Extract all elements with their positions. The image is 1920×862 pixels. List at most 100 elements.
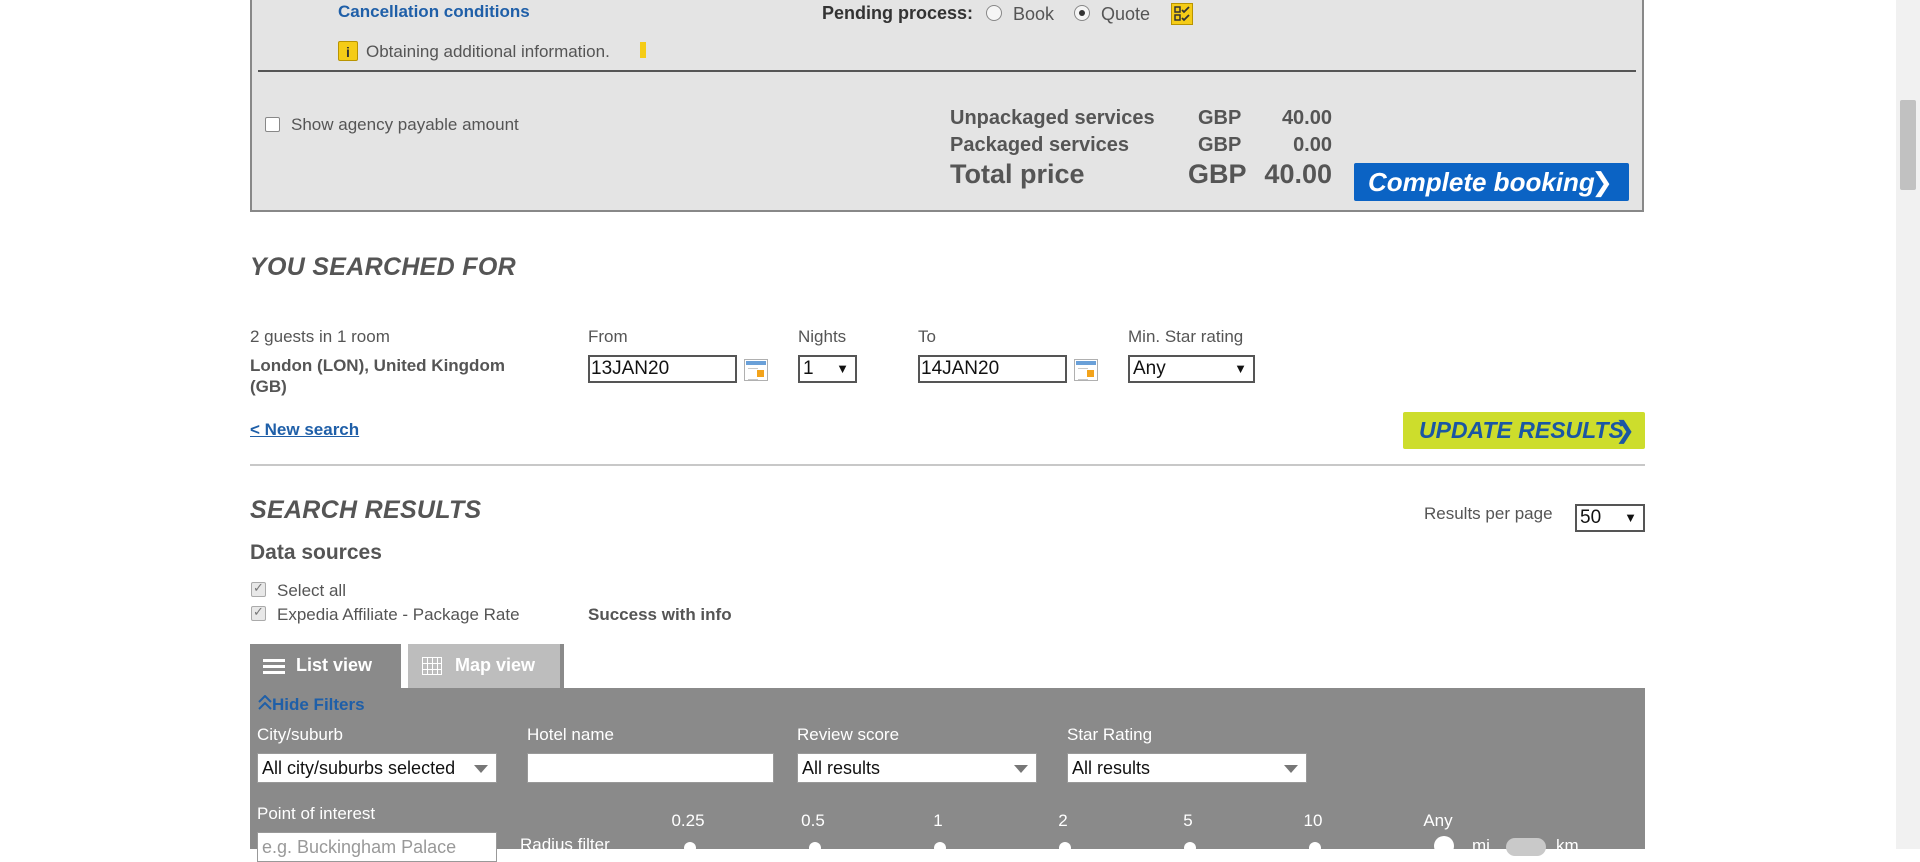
min-star-value: Any [1133, 358, 1166, 379]
unpackaged-currency: GBP [1198, 107, 1242, 129]
radius-filter-label: Radius filter [520, 835, 610, 854]
radius-tick: 0.5 [801, 811, 825, 830]
dropdown-arrow-icon: ▼ [836, 361, 849, 376]
checkbox-checked-icon [251, 580, 266, 598]
hotel-name-input[interactable] [527, 753, 774, 783]
chevron-right-icon: ❯ [1591, 167, 1613, 197]
packaged-currency: GBP [1198, 134, 1242, 156]
poi-input[interactable]: e.g. Buckingham Palace [257, 832, 497, 862]
total-price-amount: 40.00 [1264, 159, 1332, 189]
radius-tick: 5 [1183, 811, 1193, 830]
nights-value: 1 [803, 358, 814, 379]
checkbox-checked-icon [251, 604, 266, 622]
dropdown-arrow-icon [1014, 765, 1028, 773]
pending-quote-label: Quote [1101, 4, 1151, 24]
from-label: From [588, 327, 628, 346]
results-per-page-label: Results per page [1424, 504, 1553, 523]
total-price-label: Total price [950, 159, 1085, 189]
radio-selected-icon [1074, 4, 1090, 21]
grid-icon [422, 657, 442, 676]
review-score-label: Review score [797, 725, 900, 744]
hide-filters-link[interactable]: Hide Filters [258, 694, 365, 715]
pending-process-label: Pending process: [822, 3, 974, 23]
nights-select[interactable]: 1 ▼ [798, 355, 857, 383]
cancellation-conditions-link[interactable]: Cancellation conditions [338, 2, 530, 22]
radius-slider-stop[interactable] [1184, 842, 1196, 854]
radius-slider-stop[interactable] [809, 842, 821, 854]
total-price-currency: GBP [1188, 159, 1247, 189]
source-name: Expedia Affiliate - Package Rate [277, 605, 520, 624]
radius-tick: Any [1423, 811, 1453, 830]
new-search-link[interactable]: < New search [250, 420, 359, 440]
poi-label: Point of interest [257, 804, 376, 823]
update-results-button[interactable]: UPDATE RESULTS ❯ [1403, 412, 1645, 449]
chevron-up-icon [258, 694, 272, 710]
min-star-select[interactable]: Any ▼ [1128, 355, 1255, 383]
city-filter-select[interactable]: All city/suburbs selected [257, 753, 497, 783]
dropdown-arrow-icon: ▼ [1234, 361, 1247, 376]
pending-quote-radio[interactable] [1074, 4, 1090, 22]
tab-list-view-label: List view [296, 655, 373, 675]
scrollbar-thumb[interactable] [1900, 100, 1916, 190]
search-results-title: SEARCH RESULTS [250, 496, 482, 524]
destination-summary: London (LON), United Kingdom (GB) [250, 356, 505, 396]
list-icon [263, 659, 285, 675]
radio-icon [986, 4, 1002, 21]
unpackaged-label: Unpackaged services [950, 107, 1155, 129]
star-rating-select[interactable]: All results [1067, 753, 1307, 783]
to-date-input[interactable]: 14JAN20 [918, 355, 1067, 383]
results-per-page-select[interactable]: 50 ▼ [1575, 504, 1645, 532]
scrollbar[interactable] [1896, 0, 1920, 849]
pending-book-radio[interactable] [986, 4, 1002, 22]
calendar-grid [1078, 368, 1088, 380]
complete-booking-label: Complete booking [1368, 167, 1595, 197]
tab-list-view[interactable]: List view [250, 644, 401, 688]
source-status: Success with info [588, 605, 732, 624]
info-icon: i [338, 41, 358, 61]
dropdown-arrow-icon [474, 765, 488, 773]
radius-tick: 10 [1303, 811, 1323, 830]
review-score-select[interactable]: All results [797, 753, 1037, 783]
radius-slider-stop[interactable] [1309, 842, 1321, 854]
dropdown-arrow-icon: ▼ [1624, 510, 1637, 525]
summary-divider [258, 70, 1636, 72]
star-rating-value: All results [1072, 758, 1151, 778]
to-label: To [918, 327, 936, 346]
city-filter-value: All city/suburbs selected [262, 758, 456, 778]
chevron-right-icon: ❯ [1614, 417, 1635, 444]
unit-toggle[interactable] [1506, 838, 1546, 856]
radius-slider-stop[interactable] [1059, 842, 1071, 854]
min-star-label: Min. Star rating [1128, 327, 1244, 346]
guests-summary: 2 guests in 1 room [250, 327, 390, 346]
radius-tick: 2 [1058, 811, 1068, 830]
searched-for-title: YOU SEARCHED FOR [250, 253, 516, 281]
nights-label: Nights [798, 327, 847, 346]
agency-payable-checkbox[interactable] [265, 116, 280, 134]
info-message: Obtaining additional information. [366, 42, 610, 61]
calendar-icon[interactable] [1074, 359, 1098, 381]
radius-slider-stop[interactable] [934, 842, 946, 854]
radius-slider-stop[interactable] [684, 842, 696, 854]
complete-booking-button[interactable]: Complete booking ❯ [1354, 163, 1629, 201]
tab-map-view[interactable]: Map view [408, 644, 564, 688]
select-all-checkbox[interactable] [251, 580, 266, 599]
source-checkbox[interactable] [251, 604, 266, 623]
checklist-icon[interactable] [1171, 3, 1193, 25]
tab-map-view-label: Map view [455, 655, 536, 675]
packaged-amount: 0.00 [1293, 134, 1332, 156]
update-results-label: UPDATE RESULTS [1419, 417, 1624, 443]
calendar-icon[interactable] [744, 359, 768, 381]
radius-tick: 1 [933, 811, 943, 830]
unit-mi-label: mi [1472, 836, 1490, 855]
dropdown-arrow-icon [1284, 765, 1298, 773]
from-date-input[interactable]: 13JAN20 [588, 355, 737, 383]
radius-slider-handle[interactable] [1434, 836, 1454, 856]
data-sources-title: Data sources [250, 541, 382, 564]
unpackaged-amount: 40.00 [1281, 107, 1332, 129]
hotel-name-label: Hotel name [527, 725, 614, 744]
loading-indicator [640, 42, 646, 58]
packaged-label: Packaged services [950, 134, 1130, 156]
radius-tick: 0.25 [671, 811, 705, 830]
unit-km-label: km [1556, 836, 1579, 855]
section-divider [250, 464, 1645, 466]
